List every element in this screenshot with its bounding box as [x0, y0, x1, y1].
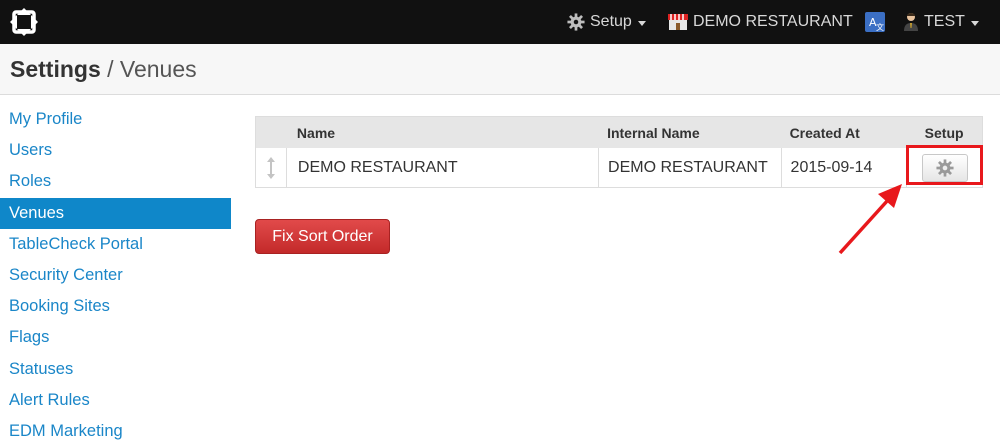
chevron-down-icon	[970, 20, 979, 26]
fix-sort-order-button[interactable]: Fix Sort Order	[255, 219, 390, 254]
sidebar-item-flags[interactable]: Flags	[0, 322, 231, 353]
sidebar-item-venues[interactable]: Venues	[0, 197, 231, 229]
venue-name-cell: DEMO RESTAURANT	[285, 148, 598, 187]
sidebar-item-roles[interactable]: Roles	[0, 166, 231, 197]
sidebar-item-edm-marketing[interactable]: EDM Marketing	[0, 416, 231, 447]
tablecheck-logo-icon[interactable]	[9, 7, 39, 37]
setup-menu[interactable]: Setup	[567, 0, 646, 44]
table-header: Name Internal Name Created At Setup	[256, 117, 982, 148]
breadcrumb-separator: /	[100, 56, 120, 82]
sidebar-item-security-center[interactable]: Security Center	[0, 260, 231, 291]
setup-highlight-box	[906, 145, 983, 185]
venue-label: DEMO RESTAURANT	[693, 13, 853, 30]
setup-menu-label: Setup	[590, 13, 632, 30]
sidebar-item-my-profile[interactable]: My Profile	[0, 104, 231, 135]
chevron-down-icon	[637, 20, 646, 26]
page-header: Settings / Venues	[0, 44, 1000, 95]
venue-created-at-cell: 2015-09-14	[780, 148, 907, 187]
table-row: DEMO RESTAURANT DEMO RESTAURANT 2015-09-…	[256, 148, 982, 187]
page-title: Settings / Venues	[10, 56, 197, 83]
header-sort-cell	[256, 117, 286, 148]
user-label: TEST	[924, 13, 965, 30]
venues-table: Name Internal Name Created At Setup DEMO…	[255, 116, 983, 188]
sidebar-item-users[interactable]: Users	[0, 135, 231, 166]
venue-switcher[interactable]: DEMO RESTAURANT	[668, 0, 853, 44]
column-header-setup: Setup	[924, 124, 964, 141]
sidebar-item-tablecheck-portal[interactable]: TableCheck Portal	[0, 229, 231, 260]
user-avatar-icon	[903, 12, 919, 32]
svg-text:文: 文	[876, 22, 884, 32]
sidebar-item-alert-rules[interactable]: Alert Rules	[0, 385, 231, 416]
column-header-name[interactable]: Name	[286, 117, 598, 148]
translate-icon[interactable]: A文	[865, 0, 885, 44]
settings-sidebar: My Profile Users Roles Venues TableCheck…	[0, 104, 231, 447]
breadcrumb-page: Venues	[119, 56, 197, 82]
top-navbar: Setup DEMO RESTAURANT A文 TEST	[0, 0, 1000, 44]
user-menu[interactable]: TEST	[903, 0, 979, 44]
breadcrumb-section: Settings	[10, 56, 101, 82]
column-header-created-at[interactable]: Created At	[781, 117, 907, 148]
column-header-internal-name[interactable]: Internal Name	[598, 117, 781, 148]
sidebar-item-booking-sites[interactable]: Booking Sites	[0, 291, 231, 322]
gear-icon	[567, 13, 585, 31]
restaurant-icon	[668, 13, 688, 31]
sidebar-item-statuses[interactable]: Statuses	[0, 354, 231, 385]
venue-internal-name-cell: DEMO RESTAURANT	[598, 148, 781, 187]
sort-handle-icon[interactable]	[256, 148, 286, 187]
